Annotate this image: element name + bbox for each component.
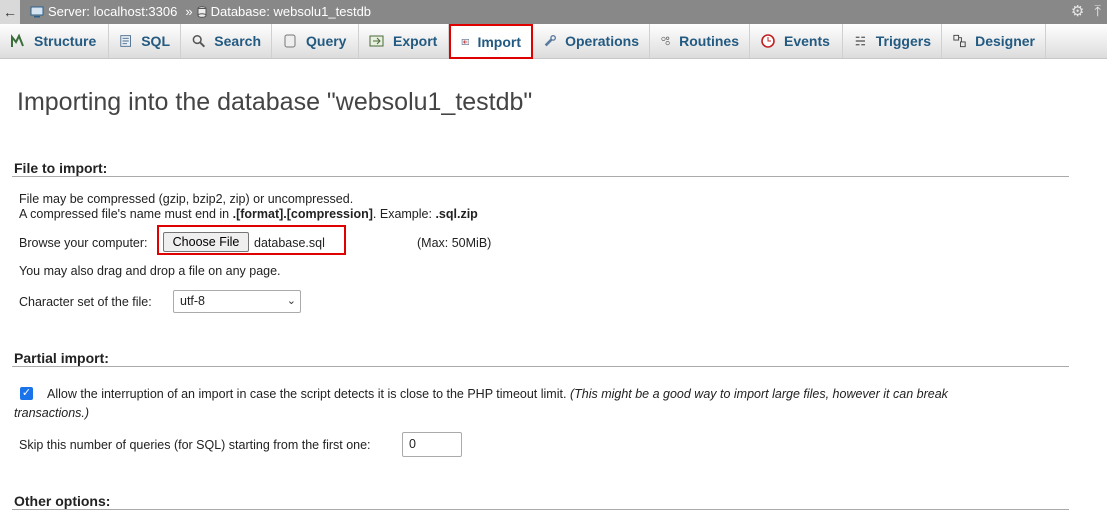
max-upload-size: (Max: 50MiB) [417, 236, 492, 250]
top-right-icons: ⚙ ⤒ [1071, 0, 1101, 24]
page-title: Importing into the database "websolu1_te… [17, 88, 533, 116]
sql-icon [120, 35, 131, 47]
tab-query[interactable]: Query [272, 24, 359, 58]
format-pattern: .[format].[compression] [232, 207, 373, 221]
clock-icon [761, 34, 775, 48]
format-example: .sql.zip [435, 207, 478, 221]
choose-file-button[interactable]: Choose File [163, 232, 249, 252]
browse-label: Browse your computer: [19, 236, 148, 250]
tab-label: Search [214, 33, 261, 49]
database-icon [197, 6, 207, 18]
top-breadcrumb-bar: ← Server: localhost:3306 » Database: web… [0, 0, 1107, 24]
tab-export[interactable]: Export [359, 24, 449, 58]
tab-designer[interactable]: Designer [942, 24, 1046, 58]
query-icon [284, 34, 296, 48]
tab-operations[interactable]: Operations [533, 24, 650, 58]
gear-icon[interactable]: ⚙ [1071, 0, 1084, 24]
breadcrumb-server[interactable]: Server: localhost:3306 [48, 0, 177, 24]
charset-value: utf-8 [180, 294, 206, 308]
tab-events[interactable]: Events [750, 24, 843, 58]
skip-queries-label: Skip this number of queries (for SQL) st… [19, 438, 371, 452]
section-divider [12, 366, 1069, 367]
interrupt-note-continued: transactions.) [14, 406, 90, 420]
section-divider [12, 176, 1069, 177]
allow-interrupt-label: Allow the interruption of an import in c… [47, 387, 948, 401]
interrupt-note: (This might be a good way to import larg… [569, 387, 948, 401]
tab-label: Query [306, 33, 347, 49]
charset-select[interactable]: utf-8 ⌄ [173, 290, 301, 313]
tab-label: SQL [141, 33, 170, 49]
server-icon [30, 6, 44, 18]
allow-interrupt-checkbox[interactable]: ✓ [20, 387, 33, 400]
routines-icon [661, 36, 670, 46]
section-divider [12, 509, 1069, 510]
tab-routines[interactable]: Routines [650, 24, 750, 58]
tab-triggers[interactable]: Triggers [843, 24, 942, 58]
partial-import-legend: Partial import: [14, 350, 109, 366]
charset-label: Character set of the file: [19, 295, 152, 309]
breadcrumb-separator: » [185, 4, 193, 19]
triggers-icon [855, 36, 865, 46]
tab-sql[interactable]: SQL [109, 24, 181, 58]
tab-structure[interactable]: Structure [0, 24, 109, 58]
wrench-icon [544, 35, 556, 47]
export-icon [369, 35, 384, 47]
format-mid: . Example: [372, 207, 436, 221]
compression-format-info: A compressed file's name must end in .[f… [19, 207, 478, 221]
search-icon [192, 34, 206, 48]
structure-icon [11, 33, 24, 47]
compression-info: File may be compressed (gzip, bzip2, zip… [19, 192, 354, 206]
tab-label: Export [393, 33, 438, 49]
collapse-icon[interactable]: ⤒ [1094, 0, 1101, 24]
interrupt-text: Allow the interruption of an import in c… [47, 387, 567, 401]
tab-label: Import [477, 33, 521, 50]
other-options-legend: Other options: [14, 493, 111, 509]
tab-label: Structure [34, 33, 97, 49]
tab-import[interactable]: Import [449, 24, 533, 59]
import-icon [461, 38, 470, 45]
tab-bar: Structure SQL Search Query Export Import… [0, 24, 1107, 59]
back-arrow-icon[interactable]: ← [0, 0, 20, 24]
tab-label: Operations [565, 33, 639, 49]
tab-search[interactable]: Search [181, 24, 272, 58]
file-to-import-legend: File to import: [14, 160, 108, 176]
tab-label: Events [784, 33, 830, 49]
format-prefix: A compressed file's name must end in [19, 207, 233, 221]
breadcrumb: Server: localhost:3306 » Database: webso… [30, 0, 371, 24]
breadcrumb-database[interactable]: Database: websolu1_testdb [211, 0, 371, 24]
designer-icon [953, 34, 966, 48]
selected-file-name: database.sql [254, 236, 325, 250]
tab-label: Routines [679, 33, 739, 49]
tab-label: Designer [975, 33, 1035, 49]
tab-label: Triggers [875, 33, 931, 49]
skip-queries-input[interactable]: 0 [402, 432, 462, 457]
chevron-down-icon: ⌄ [286, 295, 296, 307]
drag-drop-hint: You may also drag and drop a file on any… [19, 264, 281, 278]
